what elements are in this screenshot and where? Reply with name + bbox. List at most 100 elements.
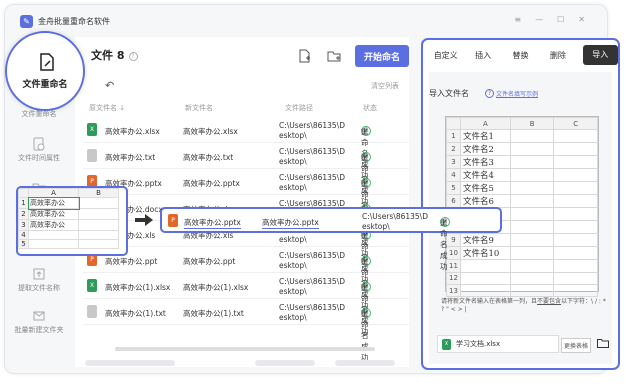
sheet-cell — [509, 155, 555, 170]
sheet-cell — [459, 283, 511, 298]
footer-bar — [85, 360, 175, 366]
sheet-cell — [553, 194, 598, 209]
sheet-cell: 文件名9 — [459, 233, 511, 248]
tab-custom[interactable]: 自定义 — [427, 50, 464, 61]
sheet-cell — [28, 239, 79, 249]
column-original-name[interactable]: 原文件名 ↓ — [89, 103, 125, 113]
start-rename-button[interactable]: 开始命名 — [355, 45, 409, 67]
menu-icon[interactable]: ≡ — [514, 15, 521, 24]
change-sheet-button[interactable]: 更换表格 — [561, 338, 592, 353]
sheet-cell — [509, 259, 555, 273]
example-sheet: ABC1文件名12文件名23文件名34文件名45文件名56文件名67文件名78文… — [445, 116, 599, 298]
sheet-cell — [553, 155, 598, 170]
close-icon[interactable]: ✕ — [578, 15, 585, 24]
sheet-cell: 文件名6 — [459, 194, 511, 209]
sidebar-item-time[interactable]: 文件时间属性 — [5, 137, 73, 163]
sheet-cell: 文件名3 — [459, 155, 511, 170]
sheet-row-header: 13 — [446, 283, 461, 298]
sheet-corner — [18, 188, 29, 198]
status-text: 重命名成功 — [361, 309, 369, 362]
sheet-cell: 高效率办公 — [27, 196, 80, 210]
sheet-cell — [509, 129, 555, 144]
table-row[interactable]: 高效率办公(1).txt 高效率办公(1).txt C:\Users\86135… — [83, 299, 409, 362]
sheet-row-header: 3 — [446, 155, 461, 170]
original-name: 高效率办公.ppt — [105, 257, 158, 266]
clear-list-button[interactable]: 清空列表 — [371, 81, 399, 91]
sheet-row-header: 2 — [446, 142, 461, 157]
sidebar-item-new-folder[interactable]: 批量新建文件夹 — [5, 309, 73, 335]
import-note: 请将新文件名输入在表格第一列，且不要包含以下字符：\ / : * ? " < >… — [441, 298, 606, 314]
minimize-icon[interactable]: — — [535, 15, 543, 24]
table-row[interactable]: X 高效率办公(1).xlsx 高效率办公(1).xlsx C:\Users\8… — [83, 273, 409, 336]
tab-bar: 自定义 插入 替换 删除 导入 — [423, 40, 618, 70]
sheet-cell — [553, 283, 598, 298]
sheet-cell: 高效率办公 — [28, 208, 79, 220]
sheet-row-header: 11 — [446, 259, 461, 273]
tab-replace[interactable]: 替换 — [502, 50, 539, 61]
tab-import[interactable]: 导入 — [582, 45, 618, 65]
rename-feature-highlight[interactable]: 文件重命名 — [5, 31, 85, 111]
sidebar-item-label: 提取文件名称 — [18, 284, 60, 292]
sheet-row-header: 12 — [446, 271, 461, 285]
tab-insert[interactable]: 插入 — [464, 50, 501, 61]
horizontal-scrollbar[interactable] — [115, 347, 375, 351]
sheet-cell: 文件名10 — [459, 246, 511, 261]
help-icon: ? — [485, 89, 494, 98]
sheet-row-header: 1 — [18, 197, 29, 209]
file-clock-icon — [33, 137, 45, 151]
help-icon[interactable]: ? — [128, 52, 138, 61]
original-name: 高效率办公(1).xlsx — [105, 283, 171, 292]
window-controls: ≡ — ☐ ✕ — [514, 15, 585, 24]
import-file-field[interactable]: X 学习文档.xlsx — [437, 335, 559, 353]
file-path: esktop\ — [279, 287, 307, 296]
table-row[interactable]: X 高效率办公.xlsx 高效率办公.xlsx C:\Users\86135\D… — [83, 117, 409, 180]
sheet-cell: 文件名2 — [459, 142, 511, 157]
original-name: 高效率办公.txt — [105, 153, 156, 162]
sheet-cell — [509, 246, 555, 261]
original-name: 高效率办公(1).txt — [105, 309, 166, 318]
sheet-cell — [553, 259, 598, 273]
column-path: 文件路径 — [285, 104, 313, 112]
maximize-icon[interactable]: ☐ — [557, 15, 564, 24]
sidebar-item-extract[interactable]: 提取文件名称 — [5, 267, 73, 293]
sheet-cell — [78, 219, 119, 231]
title-bar: ✎ 金舟批量重命名软件 ≡ — ☐ ✕ — [5, 5, 607, 37]
sheet-cell — [553, 246, 598, 261]
sheet-row-header: 9 — [446, 233, 461, 248]
column-status: 状态 — [363, 104, 377, 112]
table-row[interactable]: P 高效率办公.ppt 高效率办公.ppt C:\Users\86135\D e… — [83, 247, 409, 310]
note-emphasis: 不要包含 — [537, 298, 562, 305]
file-name: 学习文档.xlsx — [456, 340, 501, 348]
rename-options-panel: 自定义 插入 替换 删除 导入 导入文件名 ? 文件名填写示例 A B C 1 文件名1 2… — [421, 38, 620, 370]
sheet-cell: 高效率办公 — [28, 219, 79, 231]
import-title: 导入文件名 — [429, 89, 469, 98]
sheet-row-header: 2 — [18, 208, 29, 220]
add-file-icon[interactable] — [297, 49, 311, 63]
ppt-file-icon: P — [168, 214, 178, 227]
strip-original-name: 高效率办公.pptx — [184, 218, 241, 229]
tab-delete[interactable]: 删除 — [539, 50, 576, 61]
title-text: 文件 — [91, 49, 113, 62]
sheet-cell — [553, 142, 598, 157]
add-folder-icon[interactable] — [327, 49, 341, 63]
sheet-col-header: B — [78, 188, 119, 198]
sheet-row-header: 5 — [18, 239, 29, 249]
sheet-cell — [78, 239, 119, 249]
table-row[interactable]: 高效率办公.txt 高效率办公.txt C:\Users\86135\D esk… — [83, 143, 409, 206]
new-name: 高效率办公.pptx — [183, 179, 240, 188]
undo-icon[interactable]: ↶ — [105, 79, 114, 92]
highlight-label: 文件重命名 — [22, 80, 68, 90]
sheet-cell: 文件名4 — [459, 168, 511, 183]
example-link[interactable]: ? 文件名填写示例 — [485, 89, 538, 98]
file-path: esktop\ — [279, 131, 307, 140]
open-folder-icon[interactable] — [597, 338, 609, 348]
sidebar-item-label: 文件重命名 — [21, 110, 57, 118]
table-row[interactable]: P 高效率办公.pptx 高效率办公.pptx C:\Users\86135\D… — [83, 169, 409, 232]
file-type-icon: X — [87, 279, 97, 292]
mail-folder-icon — [33, 311, 45, 321]
file-path: C:\Users\86135\D — [279, 303, 345, 312]
file-path: esktop\ — [279, 261, 307, 270]
page-title: 文件 8? — [91, 47, 138, 63]
sheet-cell — [509, 142, 555, 157]
sheet-cell — [553, 233, 598, 248]
